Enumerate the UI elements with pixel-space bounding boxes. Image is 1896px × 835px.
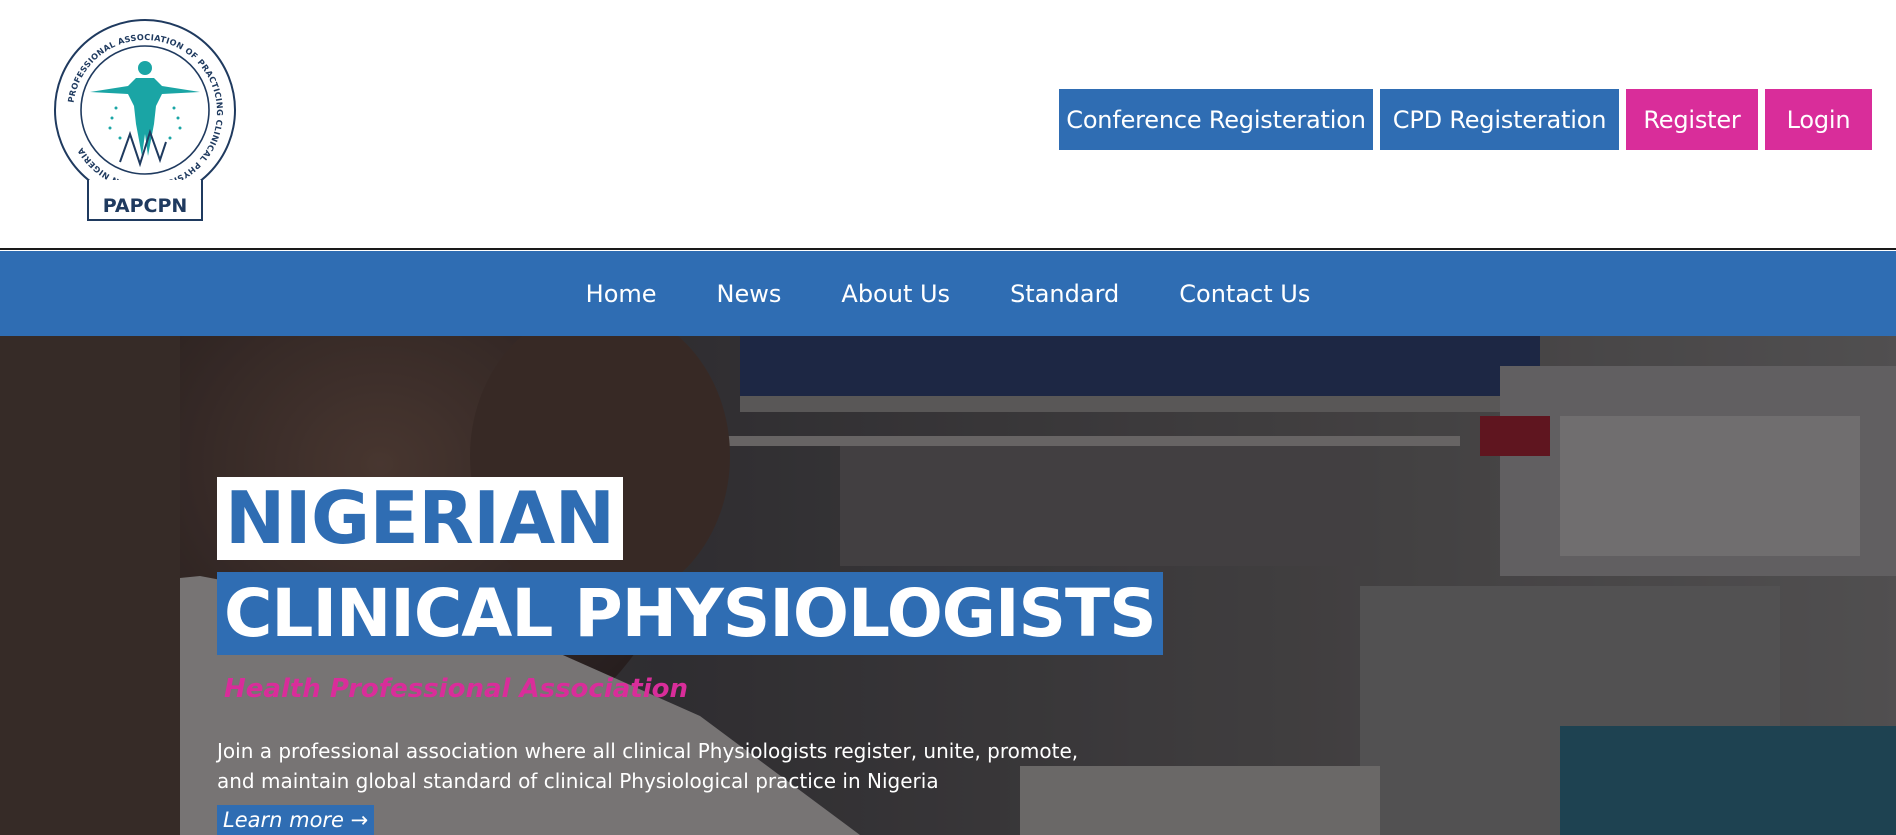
nav-item-contact-us[interactable]: Contact Us — [1179, 280, 1310, 308]
human-figure-icon — [90, 61, 200, 168]
papcpn-logo[interactable]: PROFESSIONAL ASSOCIATION OF PRACTICING C… — [50, 14, 240, 224]
nav-item-news[interactable]: News — [717, 280, 782, 308]
hero-banner: NIGERIAN CLINICAL PHYSIOLOGISTS Health P… — [0, 336, 1896, 835]
learn-more-button[interactable]: Learn more → — [217, 805, 375, 835]
hero-title-line2: CLINICAL PHYSIOLOGISTS — [217, 572, 1163, 655]
nav-item-standard[interactable]: Standard — [1010, 280, 1119, 308]
login-button[interactable]: Login — [1765, 89, 1872, 150]
main-navbar: Home News About Us Standard Contact Us — [0, 251, 1896, 336]
hero-description: Join a professional association where al… — [217, 739, 1079, 793]
logo-label: PAPCPN — [103, 195, 188, 217]
header-actions: Conference Registeration CPD Registerati… — [1059, 89, 1872, 150]
cpd-registration-button[interactable]: CPD Registeration — [1380, 89, 1619, 150]
site-header: PROFESSIONAL ASSOCIATION OF PRACTICING C… — [0, 0, 1896, 250]
nav-item-about-us[interactable]: About Us — [841, 280, 950, 308]
hero-title-line1: NIGERIAN — [217, 477, 623, 560]
register-button[interactable]: Register — [1626, 89, 1758, 150]
nav-item-home[interactable]: Home — [586, 280, 657, 308]
conference-registration-button[interactable]: Conference Registeration — [1059, 89, 1373, 150]
hero-subtitle: Health Professional Association — [224, 674, 688, 704]
